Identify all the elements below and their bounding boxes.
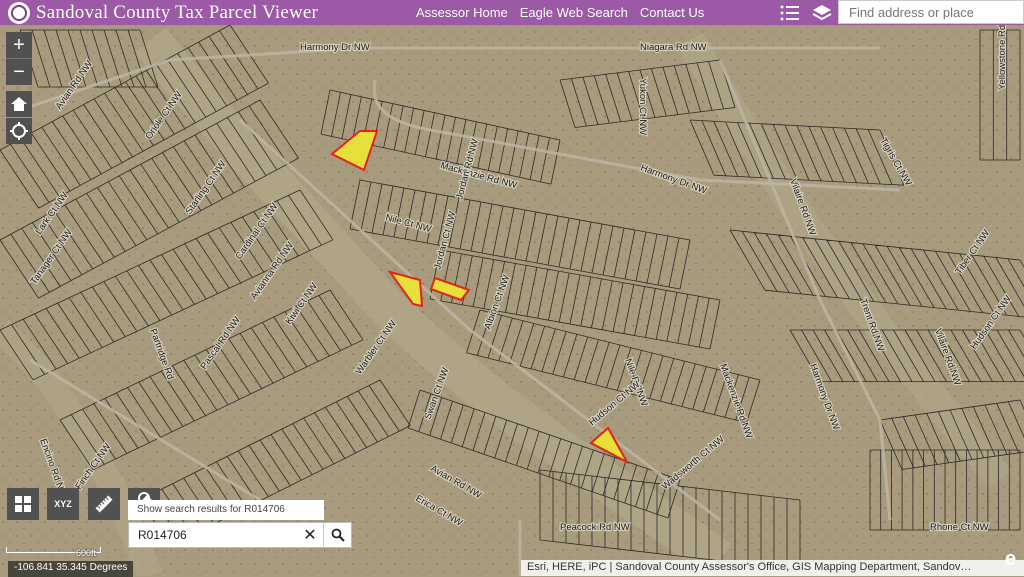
clear-search-icon[interactable]: ✕ [297,525,323,545]
search-results-tooltip[interactable]: Show search results for R014706 [128,495,324,520]
street-label-rhone-ct-nw: Rhone Ct NW [930,522,989,533]
parcel-search-input[interactable]: R014706 [129,528,297,542]
home-icon [11,97,27,111]
street-label-harmony-dr-nw-1: Harmony Dr NW [300,42,370,53]
address-search-input[interactable]: Find address or place [838,0,1024,24]
basemap-gallery-button[interactable] [7,488,39,520]
app-header: Sandoval County Tax Parcel Viewer Assess… [0,0,1024,25]
header-nav: Assessor Home Eagle Web Search Contact U… [416,0,716,25]
zoom-out-button[interactable]: − [6,59,32,85]
grid-icon [15,496,31,512]
street-label-peacock-rd-nw: Peacock Rd NW [560,522,630,533]
search-submit-button[interactable] [323,523,351,547]
county-seal-icon[interactable] [8,1,30,24]
search-icon [331,528,345,542]
locate-icon [10,122,28,140]
measure-button[interactable] [88,488,120,520]
parcel-search-box: R014706 ✕ [128,522,352,548]
coordinate-tool-button[interactable]: XYZ [47,488,79,520]
zoom-control: + − [6,32,32,85]
zoom-in-button[interactable]: + [6,32,32,58]
coordinate-readout: -106.841 35.345 Degrees [8,561,134,577]
xyz-label: XYZ [54,499,72,509]
scale-label: 600ft [76,548,97,558]
app-title: Sandoval County Tax Parcel Viewer [36,1,319,23]
esri-logo: e [1005,548,1017,570]
map-attribution[interactable]: Esri, HERE, iPC | Sandoval County Assess… [521,560,1024,576]
home-button[interactable] [6,91,32,117]
street-label-niagara-rd-nw: Niagara Rd NW [640,42,707,53]
street-label-yukon-ct-nw: Yukon Ct NW [637,78,648,135]
nav-link-contact-us[interactable]: Contact Us [640,5,704,20]
nav-link-eagle-web-search[interactable]: Eagle Web Search [520,5,628,20]
layers-icon[interactable] [811,2,833,24]
locate-button[interactable] [6,118,32,144]
list-icon[interactable] [779,2,801,24]
nav-link-assessor-home[interactable]: Assessor Home [416,5,508,20]
ruler-icon [95,495,113,513]
